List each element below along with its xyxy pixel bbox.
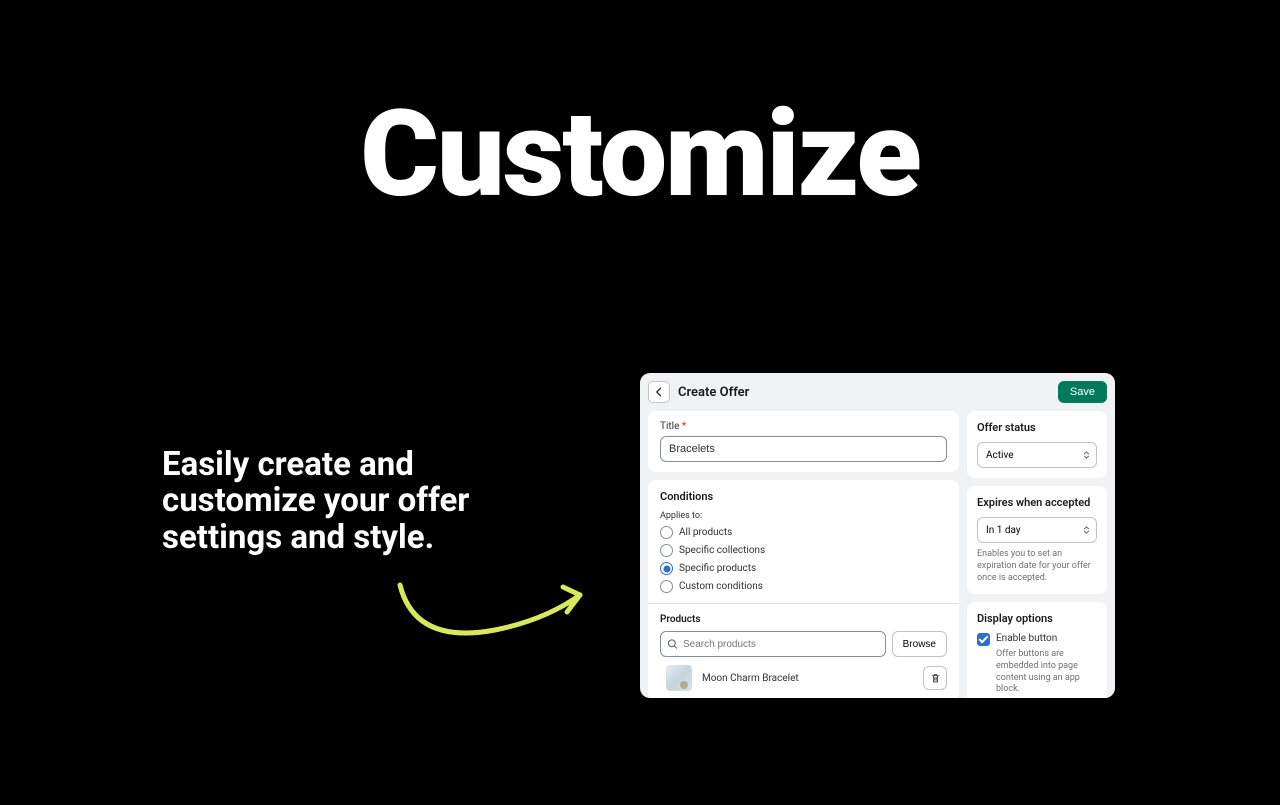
search-products-input[interactable] <box>660 631 886 657</box>
status-heading: Offer status <box>977 421 1097 434</box>
panel-header: Create Offer Save <box>648 381 1107 411</box>
conditions-heading: Conditions <box>660 490 947 503</box>
delete-product-button[interactable] <box>923 666 947 690</box>
products-heading: Products <box>660 614 947 625</box>
select-arrows-icon <box>1083 451 1090 459</box>
radio-all-products[interactable]: All products <box>660 526 947 539</box>
trash-icon <box>930 673 941 684</box>
arrow-illustration <box>385 575 595 650</box>
expires-select[interactable]: In 1 day <box>977 517 1097 543</box>
applies-to-label: Applies to: <box>660 511 947 521</box>
tagline: Easily create and customize your offer s… <box>162 447 562 556</box>
title-input[interactable] <box>660 436 947 462</box>
status-card: Offer status Active <box>967 411 1107 478</box>
conditions-card: Conditions Applies to: All products Spec… <box>648 480 959 698</box>
save-button[interactable]: Save <box>1058 381 1107 403</box>
panel-title: Create Offer <box>678 385 1050 400</box>
expires-help: Enables you to set an expiration date fo… <box>977 548 1097 584</box>
enable-button-help: Offer buttons are embedded into page con… <box>996 649 1097 696</box>
expires-card: Expires when accepted In 1 day Enables y… <box>967 486 1107 594</box>
radio-custom-conditions[interactable]: Custom conditions <box>660 580 947 593</box>
arrow-left-icon <box>653 386 665 398</box>
select-arrows-icon <box>1083 526 1090 534</box>
back-button[interactable] <box>648 381 670 403</box>
divider <box>648 603 959 604</box>
display-card: Display options Enable button Offer butt… <box>967 602 1107 698</box>
search-icon <box>667 639 678 650</box>
display-heading: Display options <box>977 612 1097 625</box>
title-card: Title * <box>648 411 959 472</box>
enable-button-checkbox[interactable]: Enable button <box>977 633 1097 646</box>
title-label: Title * <box>660 421 947 432</box>
product-row: Moon Charm Bracelet <box>660 665 947 691</box>
browse-button[interactable]: Browse <box>892 631 947 657</box>
status-select[interactable]: Active <box>977 442 1097 468</box>
product-thumbnail <box>666 665 692 691</box>
expires-heading: Expires when accepted <box>977 496 1097 509</box>
product-name: Moon Charm Bracelet <box>702 673 913 684</box>
hero-title: Customize <box>0 85 1280 225</box>
create-offer-panel: Create Offer Save Title * Conditions App… <box>640 373 1115 698</box>
radio-specific-collections[interactable]: Specific collections <box>660 544 947 557</box>
radio-specific-products[interactable]: Specific products <box>660 562 947 575</box>
